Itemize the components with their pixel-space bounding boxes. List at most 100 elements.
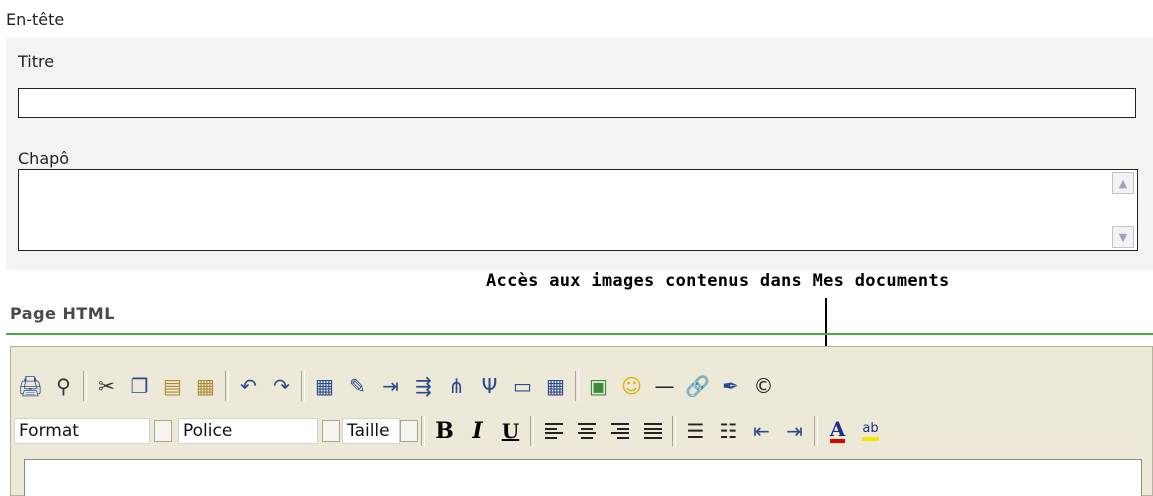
justify-button[interactable] xyxy=(636,415,669,448)
print-button[interactable]: 🖨 xyxy=(14,370,47,403)
justify-icon xyxy=(643,423,662,439)
copyright-icon: © xyxy=(753,374,774,398)
insert-special-char-button[interactable]: © xyxy=(747,370,780,403)
bold-icon: B xyxy=(435,418,454,444)
annotation-text: Accès aux images contenus dans Mes docum… xyxy=(486,271,950,291)
title-input[interactable] xyxy=(18,88,1136,118)
indent-icon: ⇥ xyxy=(786,419,803,443)
table-properties-button[interactable]: ▭ xyxy=(506,370,539,403)
insert-smiley-button[interactable]: ☺ xyxy=(615,370,648,403)
cut-button[interactable]: ✂ xyxy=(90,370,123,403)
toolbar-row-2: Format Police Taille B I U ☰ ☷ ⇤ ⇥ A ab xyxy=(14,411,887,451)
scroll-down-button[interactable]: ▼ xyxy=(1112,226,1134,248)
toolbar-separator xyxy=(672,416,676,446)
font-color-icon: A xyxy=(829,417,846,443)
font-color-button[interactable]: A xyxy=(821,415,854,448)
underline-icon: U xyxy=(501,419,520,443)
chevron-up-icon: ▲ xyxy=(1118,176,1128,190)
bold-button[interactable]: B xyxy=(428,415,461,448)
format-select[interactable]: Format xyxy=(14,418,150,444)
copy-icon: ❐ xyxy=(130,374,149,398)
insert-link-button[interactable]: 🔗 xyxy=(681,370,714,403)
paste-word-button[interactable]: ▦ xyxy=(189,370,222,403)
italic-icon: I xyxy=(472,418,483,444)
image-icon: ▣ xyxy=(589,374,608,398)
font-select[interactable]: Police xyxy=(178,418,318,444)
undo-button[interactable]: ↶ xyxy=(232,370,265,403)
italic-button[interactable]: I xyxy=(461,415,494,448)
undo-icon: ↶ xyxy=(240,374,257,398)
editor-content-area[interactable] xyxy=(24,459,1142,496)
toolbar-row-1: 🖨 ⚲ ✂ ❐ ▤ ▦ ↶ ↷ ▦ ✎ ⇥ ⇶ ⋔ Ψ ▭ ▦ ▣ ☺ — 🔗 … xyxy=(14,366,780,406)
align-center-icon xyxy=(577,423,596,439)
ordered-list-button[interactable]: ☰ xyxy=(679,415,712,448)
merge-cells-icon: ⋔ xyxy=(448,374,465,398)
chevron-down-icon: ▼ xyxy=(1118,230,1128,244)
format-dropdown[interactable]: Format xyxy=(14,416,172,446)
size-dropdown[interactable]: Taille xyxy=(342,416,418,446)
redo-button[interactable]: ↷ xyxy=(265,370,298,403)
cell-properties-button[interactable]: ▦ xyxy=(539,370,572,403)
link-icon: 🔗 xyxy=(685,374,710,398)
unordered-list-icon: ☷ xyxy=(719,419,738,443)
insert-anchor-button[interactable]: ✒ xyxy=(714,370,747,403)
cut-icon: ✂ xyxy=(98,374,115,398)
cell-properties-icon: ▦ xyxy=(546,374,565,398)
title-label: Titre xyxy=(18,52,55,71)
toolbar-separator xyxy=(575,371,579,401)
horizontal-rule-icon: — xyxy=(654,374,675,398)
find-button[interactable]: ⚲ xyxy=(47,370,80,403)
insert-column-button[interactable]: ⇥ xyxy=(374,370,407,403)
align-left-button[interactable] xyxy=(537,415,570,448)
print-icon: 🖨 xyxy=(17,374,44,398)
chevron-down-icon[interactable] xyxy=(400,420,418,442)
table-button[interactable]: ▦ xyxy=(308,370,341,403)
find-icon: ⚲ xyxy=(56,374,71,398)
toolbar-separator xyxy=(225,371,229,401)
page-html-label: Page HTML xyxy=(10,304,115,323)
insert-row-button[interactable]: ⇶ xyxy=(407,370,440,403)
header-panel: Titre Chapô ▲ ▼ xyxy=(6,38,1153,270)
table-properties-icon: ▭ xyxy=(513,374,532,398)
header-section-label: En-tête xyxy=(6,10,65,29)
align-center-button[interactable] xyxy=(570,415,603,448)
ordered-list-icon: ☰ xyxy=(686,419,705,443)
split-cells-button[interactable]: Ψ xyxy=(473,370,506,403)
outdent-icon: ⇤ xyxy=(753,419,770,443)
underline-button[interactable]: U xyxy=(494,415,527,448)
merge-cells-button[interactable]: ⋔ xyxy=(440,370,473,403)
paste-button[interactable]: ▤ xyxy=(156,370,189,403)
highlight-icon: ab xyxy=(862,421,879,441)
section-divider xyxy=(6,333,1153,335)
edit-table-button[interactable]: ✎ xyxy=(341,370,374,403)
insert-column-icon: ⇥ xyxy=(382,374,399,398)
copy-button[interactable]: ❐ xyxy=(123,370,156,403)
split-cells-icon: Ψ xyxy=(481,374,498,398)
highlight-button[interactable]: ab xyxy=(854,415,887,448)
size-select[interactable]: Taille xyxy=(342,418,400,444)
scroll-up-button[interactable]: ▲ xyxy=(1112,172,1134,194)
toolbar-separator xyxy=(83,371,87,401)
smiley-icon: ☺ xyxy=(621,374,642,398)
horizontal-rule-button[interactable]: — xyxy=(648,370,681,403)
align-left-icon xyxy=(544,423,563,439)
lead-label: Chapô xyxy=(18,149,70,168)
insert-row-icon: ⇶ xyxy=(415,374,432,398)
indent-button[interactable]: ⇥ xyxy=(778,415,811,448)
lead-textarea[interactable]: ▲ ▼ xyxy=(18,169,1138,251)
chevron-down-icon[interactable] xyxy=(154,420,172,442)
align-right-button[interactable] xyxy=(603,415,636,448)
redo-icon: ↷ xyxy=(273,374,290,398)
toolbar-separator xyxy=(530,416,534,446)
table-icon: ▦ xyxy=(315,374,334,398)
outdent-button[interactable]: ⇤ xyxy=(745,415,778,448)
unordered-list-button[interactable]: ☷ xyxy=(712,415,745,448)
paste-icon: ▤ xyxy=(163,374,182,398)
toolbar-separator xyxy=(301,371,305,401)
paste-word-icon: ▦ xyxy=(196,374,215,398)
toolbar-separator xyxy=(814,416,818,446)
chevron-down-icon[interactable] xyxy=(322,420,340,442)
insert-image-button[interactable]: ▣ xyxy=(582,370,615,403)
font-dropdown[interactable]: Police xyxy=(178,416,340,446)
toolbar-separator xyxy=(421,416,425,446)
